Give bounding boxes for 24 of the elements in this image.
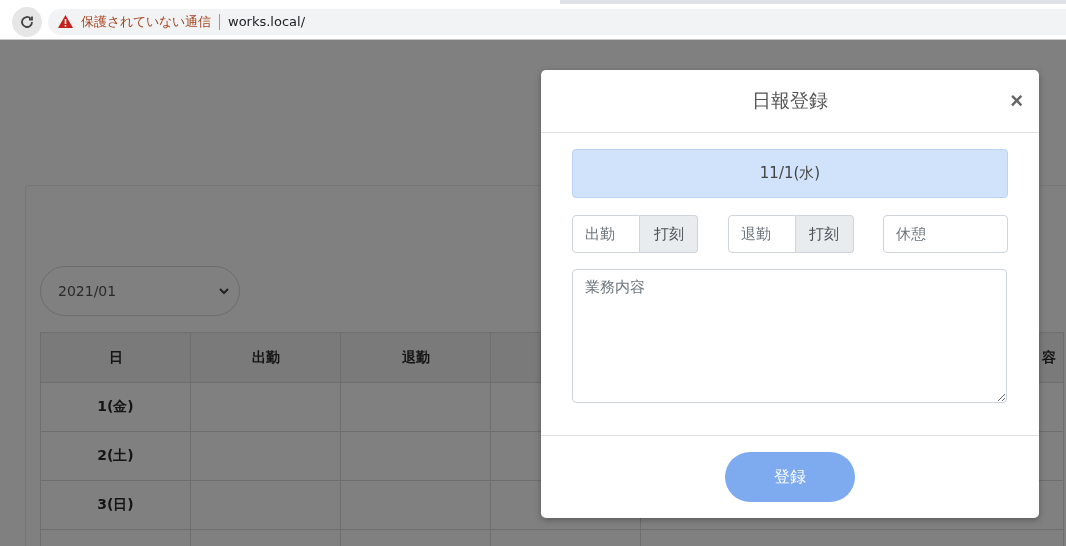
- stamp-button[interactable]: 打刻: [795, 215, 854, 253]
- security-label: 保護されていない通信: [81, 12, 211, 31]
- address-bar[interactable]: 保護されていない通信 works.local/: [48, 8, 1066, 35]
- reload-icon: [19, 13, 35, 30]
- chevron-icon: [219, 287, 229, 295]
- month-select[interactable]: 2021/01: [40, 266, 240, 316]
- stamp-button[interactable]: 打刻: [640, 215, 698, 253]
- day-cell: 2(土): [97, 447, 134, 463]
- report-field[interactable]: 業務内容: [572, 269, 1007, 403]
- modal-title: 日報登録: [752, 88, 828, 113]
- url-text: works.local/: [228, 14, 306, 29]
- day-cell: 3(日): [97, 496, 134, 512]
- clock-out-field[interactable]: 退勤: [727, 215, 796, 253]
- column-header: 出勤: [251, 348, 280, 365]
- column-header: 容: [1042, 348, 1056, 365]
- date-banner: 11/1(水): [572, 149, 1008, 198]
- clock-in-field[interactable]: 出勤: [572, 215, 640, 253]
- break-field[interactable]: 休憩: [883, 215, 1008, 253]
- column-header: 日: [108, 348, 123, 365]
- reload-button[interactable]: [12, 6, 42, 37]
- day-cell: 1(金): [97, 398, 134, 414]
- warning-icon: [58, 15, 73, 28]
- column-header: 退勤: [401, 348, 430, 365]
- close-button[interactable]: ×: [1008, 88, 1025, 114]
